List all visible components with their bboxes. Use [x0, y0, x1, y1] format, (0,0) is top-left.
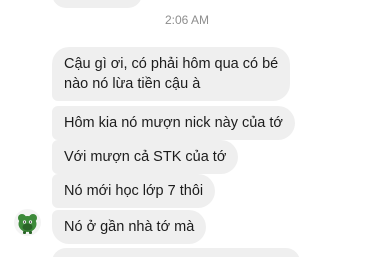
message-text: nào nó lừa tiền cậu à [64, 76, 201, 92]
message-text: Nó mới học lớp 7 thôi [64, 183, 204, 199]
message-text: Hôm kia nó mượn nick này của tớ [64, 115, 283, 131]
message-text: Cậu gì ơi, có phải hôm qua có bé [64, 56, 279, 72]
message-bubble[interactable]: Nó ở gần nhà tớ mà [52, 210, 207, 244]
sender-avatar[interactable] [14, 209, 41, 236]
message-bubble[interactable]: Cậu gì ơi, có phải hôm qua có bé nào nó … [52, 47, 291, 101]
chat-thread: 2:06 AM Cậu gì ơi, có phải hôm qua có bé… [0, 0, 374, 257]
message-text: Với mượn cả STK của tớ [64, 149, 227, 165]
cartoon-avatar-icon [18, 214, 37, 234]
message-bubble[interactable]: Nó mới học lớp 7 thôi [52, 174, 216, 208]
previous-message-bubble[interactable] [52, 0, 142, 8]
message-bubble[interactable]: Hôm kia nó mượn nick này của tớ [52, 106, 295, 140]
message-bubble[interactable]: Với mượn cả STK của tớ [52, 140, 239, 174]
next-message-bubble[interactable] [52, 248, 300, 257]
message-timestamp: 2:06 AM [164, 13, 210, 27]
message-text: Nó ở gần nhà tớ mà [64, 219, 195, 235]
